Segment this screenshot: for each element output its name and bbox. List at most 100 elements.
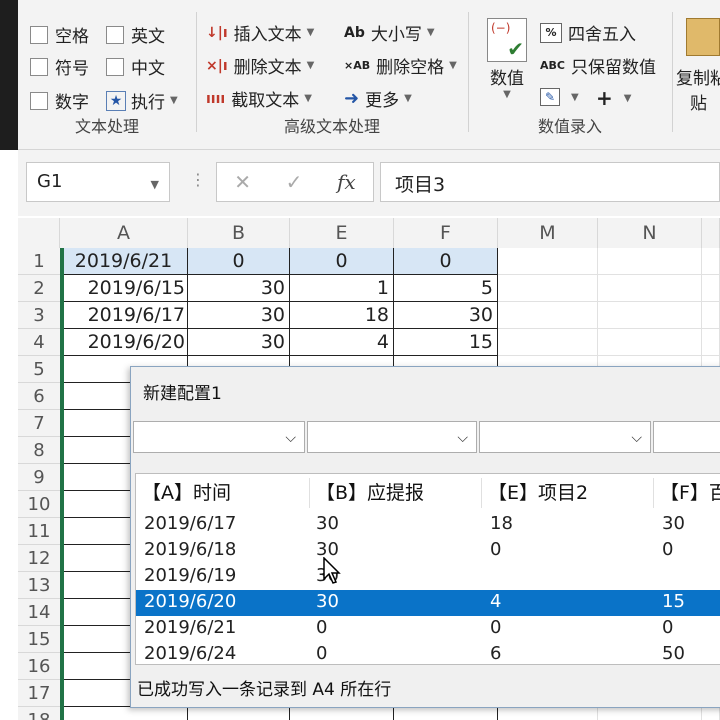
cell[interactable]: 4 — [290, 329, 394, 356]
record-list[interactable]: 【A】时间 【B】应提报 【E】项目2 【F】百 2019/6/17 30 18 30… — [135, 473, 720, 665]
execute-button[interactable]: ★ 执行 ▼ — [106, 88, 178, 113]
confirm-icon[interactable]: ✓ — [286, 170, 303, 194]
column-header-m[interactable]: M — [498, 218, 598, 248]
cell[interactable] — [702, 329, 720, 356]
cell[interactable] — [394, 707, 498, 720]
combo-time[interactable]: ⌵ — [133, 421, 305, 453]
row-header[interactable]: 5 — [18, 356, 60, 383]
chevron-down-icon[interactable]: ▼ — [482, 89, 532, 100]
column-header-extra[interactable] — [702, 218, 720, 248]
chevron-down-icon[interactable]: ▼ — [304, 93, 312, 104]
checkbox-box[interactable] — [106, 57, 124, 76]
cell[interactable]: 2019/6/17 — [60, 302, 188, 329]
formula-input[interactable]: 项目3 — [380, 162, 720, 202]
row-header[interactable]: 3 — [18, 302, 60, 329]
row-header[interactable]: 4 — [18, 329, 60, 356]
combo-report[interactable]: ⌵ — [307, 421, 477, 453]
cell[interactable]: 1 — [290, 275, 394, 302]
row-header[interactable]: 10 — [18, 491, 60, 518]
cell[interactable] — [702, 707, 720, 720]
cell[interactable] — [498, 302, 598, 329]
more-button[interactable]: ➜ 更多 ▼ — [344, 86, 412, 111]
chevron-down-icon[interactable]: ▼ — [427, 27, 435, 38]
cell[interactable]: 5 — [394, 275, 498, 302]
select-all-corner[interactable] — [18, 218, 60, 248]
cell[interactable]: 30 — [394, 302, 498, 329]
row-header[interactable]: 9 — [18, 464, 60, 491]
row-header[interactable]: 17 — [18, 680, 60, 707]
checkbox-box[interactable] — [30, 57, 48, 76]
row-header[interactable]: 2 — [18, 275, 60, 302]
cell[interactable] — [702, 248, 720, 275]
cell[interactable]: 2019/6/15 — [60, 275, 188, 302]
chevron-down-icon[interactable]: ▼ — [449, 60, 457, 71]
list-item[interactable]: 2019/6/20 30 4 15 — [136, 590, 720, 616]
cell[interactable] — [498, 329, 598, 356]
cell[interactable]: 18 — [290, 302, 394, 329]
row-header[interactable]: 1 — [18, 248, 60, 275]
combo-item2[interactable]: ⌵ — [479, 421, 651, 453]
cancel-icon[interactable]: ✕ — [234, 170, 251, 194]
row-header[interactable]: 13 — [18, 572, 60, 599]
keep-value-button[interactable]: ABC 只保留数值 — [540, 53, 656, 78]
cell[interactable]: 0 — [290, 248, 394, 275]
cell[interactable] — [498, 248, 598, 275]
cell[interactable]: 2019/6/21 — [60, 248, 188, 275]
row-header[interactable]: 15 — [18, 626, 60, 653]
cell[interactable] — [188, 707, 290, 720]
list-item[interactable]: 2019/6/24 0 6 50 — [136, 642, 720, 664]
cell[interactable] — [598, 248, 702, 275]
list-header-item2[interactable]: 【E】项目2 — [482, 478, 654, 508]
column-header-a[interactable]: A — [60, 218, 188, 248]
name-box[interactable]: G1 ▼ — [26, 162, 170, 202]
list-header-item3[interactable]: 【F】百 — [654, 478, 720, 508]
cell[interactable]: 2019/6/20 — [60, 329, 188, 356]
checkbox-symbol[interactable]: 符号 — [30, 54, 89, 79]
list-item[interactable]: 2019/6/21 0 0 0 — [136, 616, 720, 642]
cell[interactable] — [60, 707, 188, 720]
cell[interactable]: 30 — [188, 329, 290, 356]
row-header[interactable]: 7 — [18, 410, 60, 437]
round-button[interactable]: % 四舍五入 — [540, 20, 636, 45]
chevron-down-icon[interactable]: ▼ — [307, 60, 315, 71]
row-header[interactable]: 8 — [18, 437, 60, 464]
column-header-b[interactable]: B — [188, 218, 290, 248]
cell[interactable]: 0 — [394, 248, 498, 275]
chevron-down-icon[interactable]: ▼ — [151, 178, 159, 191]
copy-paste-button[interactable]: 复制粘 贴 — [676, 18, 720, 114]
checkbox-box[interactable] — [106, 25, 124, 44]
list-item[interactable]: 2019/6/1930 — [136, 564, 720, 590]
cell[interactable]: 30 — [188, 275, 290, 302]
insert-text-button[interactable]: ↓|ı 插入文本 ▼ — [206, 20, 314, 46]
cell[interactable] — [598, 329, 702, 356]
cell[interactable] — [498, 275, 598, 302]
delete-space-button[interactable]: ×AB 删除空格 ▼ — [344, 53, 457, 78]
cell[interactable] — [598, 302, 702, 329]
chevron-down-icon[interactable]: ⌵ — [631, 430, 642, 446]
cell[interactable] — [702, 275, 720, 302]
combo-item3[interactable] — [653, 421, 720, 453]
cell[interactable] — [598, 707, 702, 720]
checkbox-chinese[interactable]: 中文 — [106, 54, 165, 79]
chevron-down-icon[interactable]: ⌵ — [285, 430, 296, 446]
cell[interactable]: 0 — [188, 248, 290, 275]
cell[interactable] — [498, 707, 598, 720]
column-header-f[interactable]: F — [394, 218, 498, 248]
chevron-down-icon[interactable]: ▼ — [571, 92, 579, 103]
function-icon[interactable]: fx — [337, 170, 356, 194]
list-header-time[interactable]: 【A】时间 — [136, 478, 310, 508]
chevron-down-icon[interactable]: ▼ — [170, 95, 178, 106]
column-header-e[interactable]: E — [290, 218, 394, 248]
checkbox-space[interactable]: 空格 — [30, 22, 89, 47]
delete-text-button[interactable]: ×|ı 删除文本 ▼ — [206, 53, 315, 79]
cell[interactable] — [598, 275, 702, 302]
chevron-down-icon[interactable]: ⌵ — [457, 430, 468, 446]
checkbox-box[interactable] — [30, 91, 48, 110]
row-header[interactable]: 12 — [18, 545, 60, 572]
checkbox-english[interactable]: 英文 — [106, 22, 165, 47]
cell[interactable]: 30 — [188, 302, 290, 329]
edit-button[interactable]: ✎ ▼ — [540, 88, 579, 106]
cell[interactable]: 15 — [394, 329, 498, 356]
extract-text-button[interactable]: ıııı 截取文本 ▼ — [206, 86, 312, 112]
list-item[interactable]: 2019/6/17 30 18 30 — [136, 512, 720, 538]
